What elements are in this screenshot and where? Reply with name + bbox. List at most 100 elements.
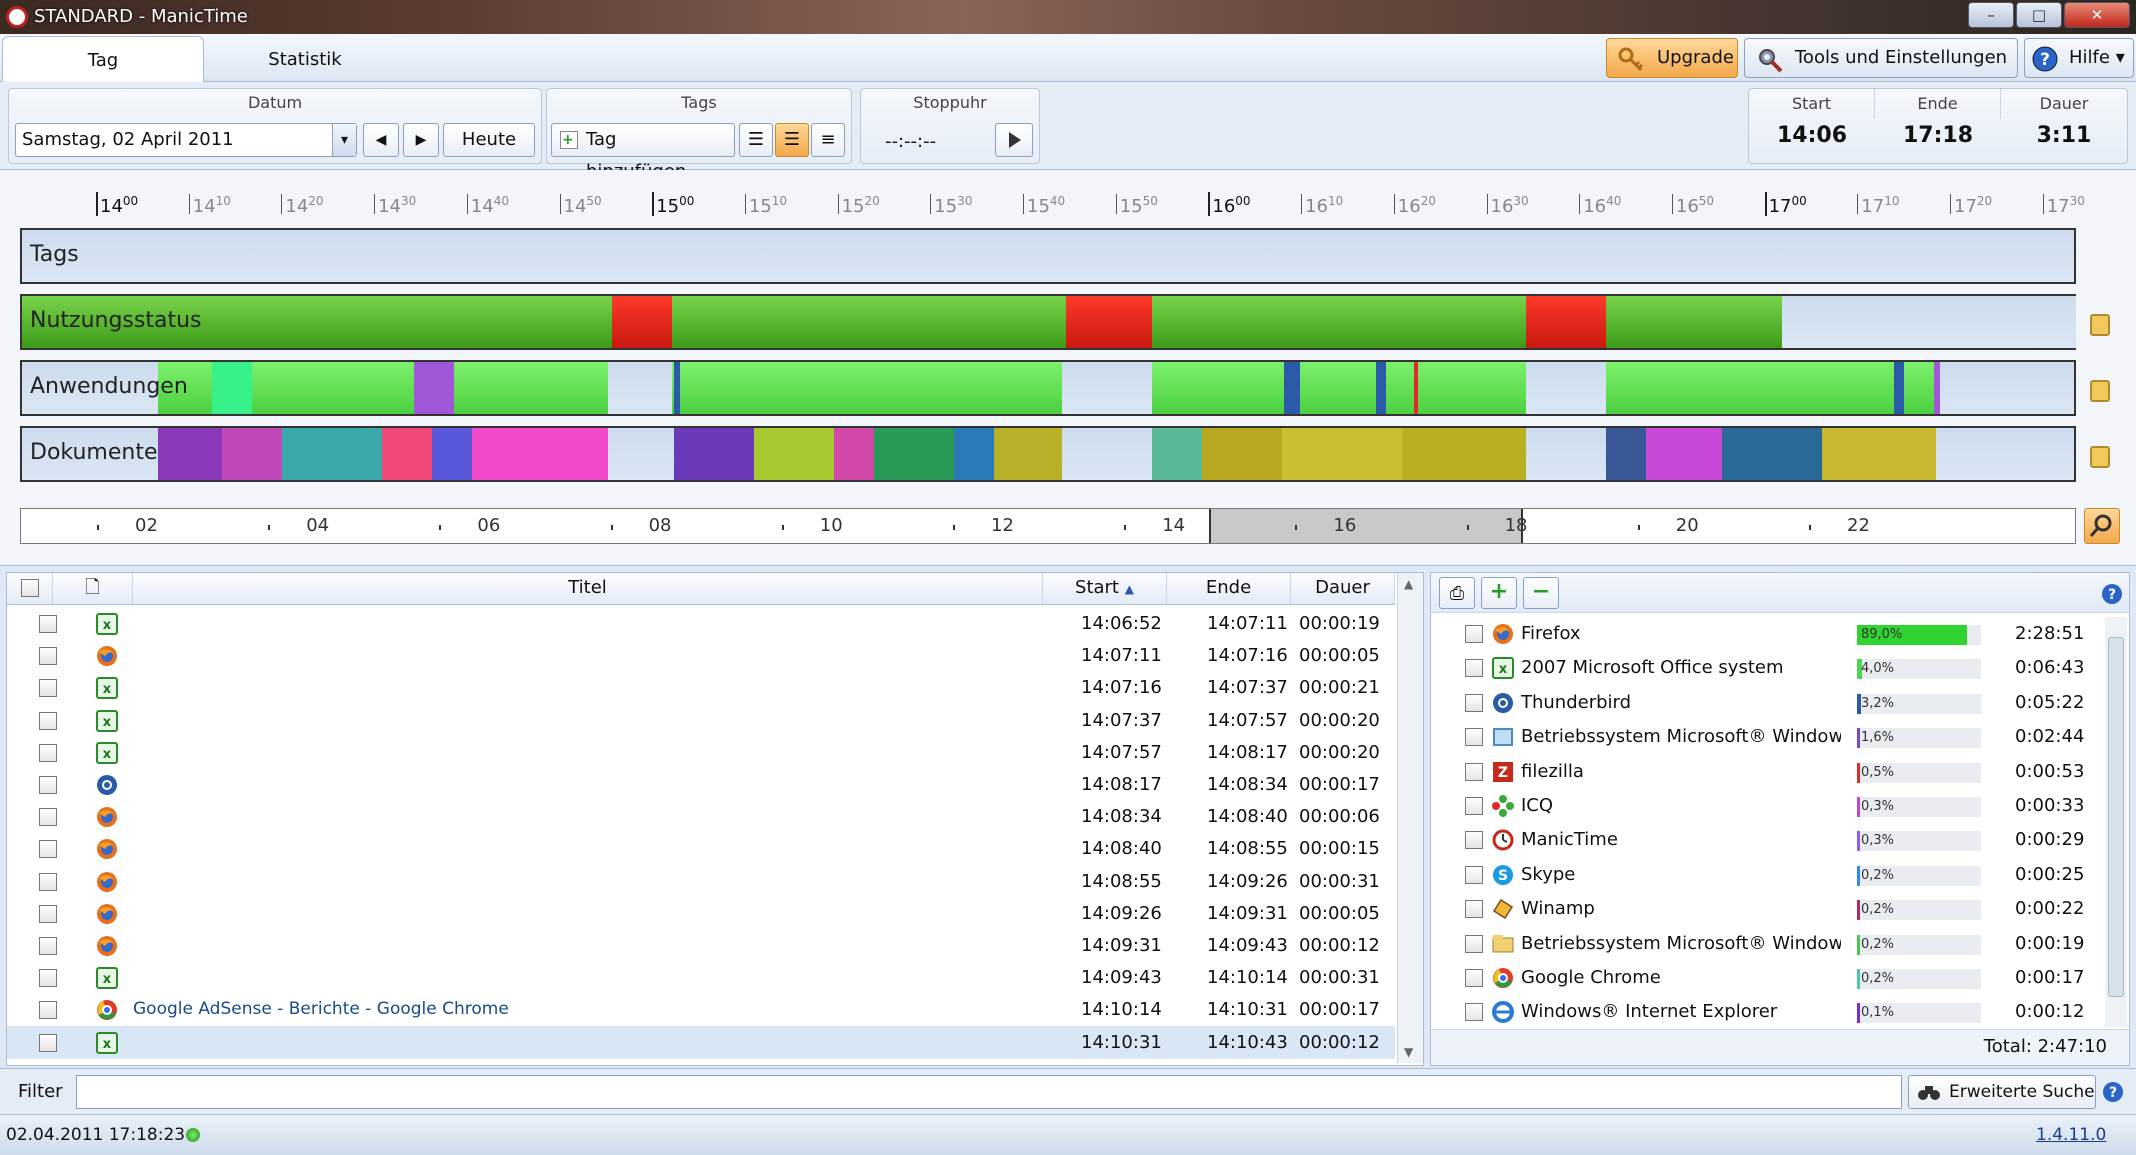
list-item[interactable]: Betriebssystem Microsoft® Windows® 1,6% 0:… [1431, 720, 2111, 754]
add-tag-button[interactable]: + Tag hinzufügen... [551, 123, 735, 182]
row-checkbox[interactable] [39, 615, 57, 633]
app-checkbox[interactable] [1465, 762, 1483, 781]
table-row[interactable]: 14:08:17 14:08:34 00:00:17 [7, 768, 1395, 801]
list-item[interactable]: ManicTime 0,3% 0:00:29 [1431, 823, 2111, 857]
app-checkbox[interactable] [1465, 659, 1483, 678]
list-item[interactable]: Thunderbird 3,2% 0:05:22 [1431, 686, 2111, 720]
app-checkbox[interactable] [1465, 728, 1483, 747]
visible-range-selector[interactable] [1209, 509, 1523, 543]
table-row[interactable]: 14:09:26 14:09:31 00:00:05 [7, 897, 1395, 930]
header-title[interactable]: Titel [133, 573, 1043, 605]
lock-icon[interactable] [2090, 314, 2110, 336]
row-checkbox[interactable] [39, 679, 57, 698]
row-checkbox[interactable] [39, 647, 57, 666]
version-link[interactable]: 1.4.11.0 [2036, 1125, 2106, 1145]
app-checkbox[interactable] [1465, 934, 1483, 953]
app-checkbox[interactable] [1465, 625, 1483, 643]
table-row[interactable]: 14:08:34 14:08:40 00:00:06 [7, 800, 1395, 833]
timeline-row-docs[interactable]: Dokumente [20, 426, 2076, 482]
advanced-search-button[interactable]: Erweiterte Suche [1908, 1075, 2096, 1109]
header-select-all[interactable] [7, 573, 53, 605]
list-item[interactable]: Windows® Internet Explorer 0,1% 0:00:12 [1431, 995, 2111, 1027]
table-row[interactable]: 14:08:40 14:08:55 00:00:15 [7, 832, 1395, 865]
table-row[interactable]: x 14:09:43 14:10:14 00:00:31 [7, 961, 1395, 994]
maximize-button[interactable]: □ [2016, 2, 2062, 28]
app-checkbox[interactable] [1465, 693, 1483, 712]
tab-tag[interactable]: Tag [2, 36, 204, 82]
app-checkbox[interactable] [1465, 1003, 1483, 1022]
hour-ruler[interactable]: 1400 1410 1420 1430 1440 1450 1500 1510 1520 1530… [20, 170, 2085, 220]
table-row[interactable]: x 14:07:16 14:07:37 00:00:21 [7, 671, 1395, 704]
minimize-button[interactable]: – [1968, 2, 2014, 28]
prev-day-button[interactable]: ◀ [363, 123, 399, 157]
tab-statistik[interactable]: Statistik [204, 36, 406, 82]
tools-settings-button[interactable]: Tools und Einstellungen ▾ [1744, 38, 2018, 106]
row-checkbox[interactable] [39, 1001, 57, 1020]
filter-input[interactable] [76, 1075, 1902, 1109]
help-button[interactable]: ? Hilfe ▾ [2024, 38, 2134, 78]
date-picker[interactable]: Samstag, 02 April 2011 ▾ [15, 123, 357, 157]
row-checkbox[interactable] [39, 1033, 57, 1052]
row-checkbox[interactable] [39, 904, 57, 923]
list-item[interactable]: Firefox 89,0% 2:28:51 [1431, 617, 2111, 651]
row-checkbox[interactable] [39, 743, 57, 762]
scroll-up-icon[interactable]: ▲ [1404, 577, 1413, 591]
row-checkbox[interactable] [39, 711, 57, 730]
expand-all-button[interactable]: + [1481, 577, 1517, 609]
list-view-button[interactable]: ☰ [739, 123, 773, 157]
table-row[interactable]: x 14:10:31 14:10:43 00:00:12 [7, 1025, 1395, 1059]
select-all-checkbox[interactable] [21, 579, 39, 597]
print-button[interactable]: ⎙ [1439, 577, 1475, 609]
row-checkbox[interactable] [39, 808, 57, 827]
timeline-row-apps[interactable]: Anwendungen [20, 360, 2076, 416]
help-icon[interactable]: ? [2102, 1081, 2124, 1103]
header-end[interactable]: Ende [1167, 573, 1291, 605]
header-start[interactable]: Start ▲ [1043, 573, 1167, 605]
tree-view-button[interactable]: ☰ [775, 123, 809, 157]
compact-view-button[interactable]: ≡ [811, 123, 845, 157]
next-day-button[interactable]: ▶ [403, 123, 439, 157]
zoom-button[interactable] [2084, 508, 2120, 544]
table-row[interactable]: Google AdSense - Berichte - Google Chrom… [7, 993, 1395, 1026]
day-overview-ruler[interactable]: 02 04 06 08 10 12 14 16 18 20 22 [20, 508, 2076, 544]
table-row[interactable]: 14:09:31 14:09:43 00:00:12 [7, 929, 1395, 962]
close-button[interactable]: ✕ [2064, 2, 2130, 28]
row-checkbox[interactable] [39, 937, 57, 955]
table-row[interactable]: 14:08:55 14:09:26 00:00:31 [7, 865, 1395, 898]
help-icon[interactable]: ? [2101, 583, 2123, 605]
list-item[interactable]: Zfilezilla 0,5% 0:00:53 [1431, 755, 2111, 789]
collapse-all-button[interactable]: − [1523, 577, 1559, 609]
vertical-scrollbar[interactable]: ▲ ▼ [1397, 573, 1423, 1063]
app-checkbox[interactable] [1465, 797, 1483, 815]
app-checkbox[interactable] [1465, 969, 1483, 987]
list-item[interactable]: Betriebssystem Microsoft® Windows® 0,2% 0:… [1431, 927, 2111, 961]
scroll-down-icon[interactable]: ▼ [1404, 1045, 1413, 1059]
list-item[interactable]: S Skype 0,2% 0:00:25 [1431, 858, 2111, 892]
scroll-thumb[interactable] [2108, 637, 2124, 997]
list-item[interactable]: x 2007 Microsoft Office system 4,0% 0:06:43 [1431, 651, 2111, 685]
row-checkbox[interactable] [39, 969, 57, 988]
table-row[interactable]: 14:07:11 14:07:16 00:00:05 [7, 639, 1395, 672]
list-item[interactable]: Google Chrome 0,2% 0:00:17 [1431, 961, 2111, 995]
app-checkbox[interactable] [1465, 865, 1483, 884]
row-checkbox[interactable] [39, 776, 57, 794]
table-row[interactable]: x 14:06:52 14:07:11 00:00:19 [7, 607, 1395, 640]
header-icon-column[interactable]: 🗋 [53, 573, 133, 605]
list-item[interactable]: ICQ 0,3% 0:00:33 [1431, 789, 2111, 823]
stopwatch-play-button[interactable] [995, 123, 1033, 157]
table-row[interactable]: x 14:07:37 14:07:57 00:00:20 [7, 704, 1395, 737]
list-item[interactable]: Winamp 0,2% 0:00:22 [1431, 892, 2111, 926]
upgrade-button[interactable]: Upgrade [1606, 38, 1738, 78]
today-button[interactable]: Heute [443, 123, 535, 157]
header-duration[interactable]: Dauer [1291, 573, 1395, 605]
row-checkbox[interactable] [39, 840, 57, 859]
app-checkbox[interactable] [1465, 900, 1483, 919]
table-row[interactable]: x 14:07:57 14:08:17 00:00:20 [7, 736, 1395, 769]
row-checkbox[interactable] [39, 872, 57, 891]
lock-icon[interactable] [2090, 380, 2110, 402]
lock-icon[interactable] [2090, 446, 2110, 468]
timeline-row-usage[interactable]: Nutzungsstatus [20, 294, 2076, 350]
stats-scrollbar[interactable] [2105, 617, 2127, 1027]
timeline-row-tags[interactable]: Tags [20, 228, 2076, 284]
app-checkbox[interactable] [1465, 831, 1483, 850]
